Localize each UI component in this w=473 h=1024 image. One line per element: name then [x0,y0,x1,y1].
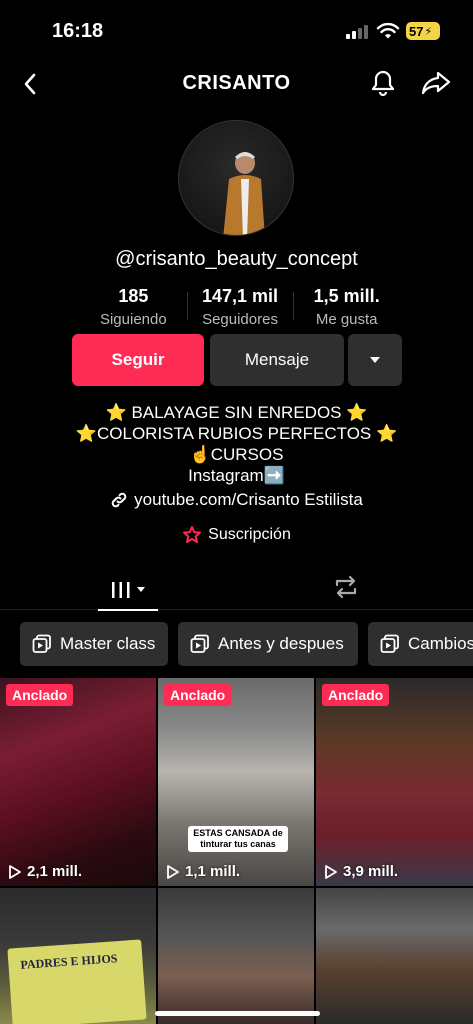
playlist-icon [190,634,209,653]
follow-button[interactable]: Seguir [72,334,204,386]
playlist-chip[interactable]: Antes y despues [178,622,358,666]
subscription-link[interactable]: Suscripción [0,525,473,545]
repost-icon [335,575,357,599]
video-thumbnail[interactable] [316,888,473,1024]
avatar-photo [223,152,265,235]
play-icon [325,864,337,879]
notifications-button[interactable] [368,68,398,98]
playlist-label: Master class [60,634,156,653]
play-icon [167,864,179,879]
tab-reposts[interactable] [330,572,362,602]
stat-label: Seguidores [202,311,278,328]
share-arrow-icon [421,71,451,95]
tab-videos[interactable] [98,570,158,611]
view-count-text: 3,9 mill. [343,863,399,880]
view-count: 2,1 mill. [8,863,82,880]
playlist-chip[interactable]: Cambios [368,622,473,666]
video-thumbnail[interactable]: PADRES E HIJOS [0,888,156,1024]
grid-icon [112,582,130,598]
status-time: 16:18 [52,20,104,42]
video-thumbnail[interactable]: Anclado 3,9 mill. [316,678,473,886]
caret-down-icon [137,587,145,592]
stat-value: 185 [118,286,149,306]
playlist-label: Cambios [408,634,473,653]
playlist-label: Antes y despues [218,634,344,653]
stat-label: Me gusta [315,311,378,328]
play-icon [9,864,21,879]
subscription-label: Suscripción [208,526,291,543]
profile-actions: Seguir Mensaje [72,334,402,386]
view-count-text: 2,1 mill. [27,863,83,880]
cellular-signal-icon [346,25,368,39]
video-thumbnail[interactable]: Anclado ESTAS CANSADA de tinturar tus ca… [158,678,314,886]
subscription-star-icon [183,526,202,543]
link-icon [111,492,127,508]
username: @crisanto_beauty_concept [115,248,358,270]
playlist-icon [32,634,51,653]
stat-following[interactable]: 185 Siguiendo [80,286,187,332]
pinned-badge: Anclado [6,684,74,706]
battery-icon: 57 ⚡ [406,22,440,40]
bio-line: ☝️CURSOS [189,445,284,464]
view-count: 1,1 mill. [166,863,240,880]
avatar[interactable] [178,120,294,236]
stat-likes[interactable]: 1,5 mill. Me gusta [293,286,400,332]
stat-value: 147,1 mil [201,286,279,306]
message-button[interactable]: Mensaje [210,334,344,386]
status-bar: 16:18 57 ⚡ [0,0,473,60]
view-count: 3,9 mill. [324,863,398,880]
playlist-icon [380,634,399,653]
video-thumbnail[interactable] [158,888,314,1024]
stat-label: Siguiendo [99,311,167,328]
stat-followers[interactable]: 147,1 mil Seguidores [186,286,294,332]
ticket-image: PADRES E HIJOS [7,939,147,1024]
profile-link[interactable]: youtube.com/Crisanto Estilista [0,490,473,510]
profile-stats: 185 Siguiendo 147,1 mil Seguidores 1,5 m… [80,286,400,332]
video-caption: ESTAS CANSADA de tinturar tus canas [188,826,288,852]
profile-link-text: youtube.com/Crisanto Estilista [134,490,363,509]
caret-down-icon [370,357,380,363]
playlist-chip[interactable]: Master class [20,622,168,666]
profile-bio: ⭐ BALAYAGE SIN ENREDOS ⭐ ⭐COLORISTA RUBI… [0,402,473,486]
share-button[interactable] [420,68,452,98]
bell-icon [371,70,395,97]
video-grid: Anclado 2,1 mill. Anclado ESTAS CANSADA … [0,678,473,1024]
view-count-text: 1,1 mill. [185,863,241,880]
bio-line: ⭐COLORISTA RUBIOS PERFECTOS ⭐ [75,424,398,443]
profile-header: CRISANTO [0,60,473,108]
bio-line: ⭐ BALAYAGE SIN ENREDOS ⭐ [105,403,368,422]
more-options-button[interactable] [348,334,402,386]
page-title: CRISANTO [182,72,291,94]
wifi-icon [376,22,400,39]
content-tabs [0,562,473,611]
pinned-badge: Anclado [322,684,390,706]
battery-level: 57 [409,23,424,39]
video-thumbnail[interactable]: Anclado 2,1 mill. [0,678,156,886]
bio-line: Instagram➡️ [188,466,285,485]
pinned-badge: Anclado [164,684,232,706]
ticket-text: PADRES E HIJOS [20,951,118,972]
playlist-row: Master class Antes y despues Cambios [20,622,473,666]
home-indicator [155,1011,320,1016]
stat-value: 1,5 mill. [313,286,380,306]
